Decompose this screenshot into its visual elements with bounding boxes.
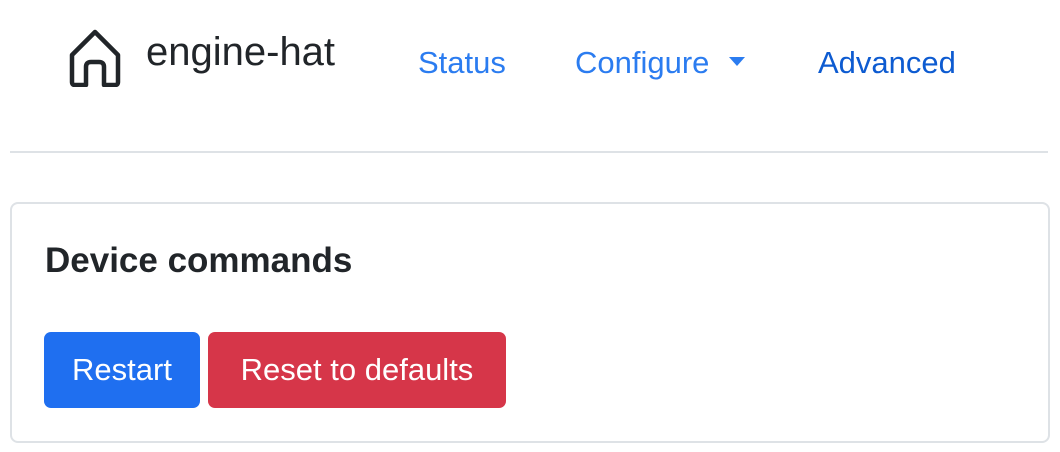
page: engine-hat Status Configure Advanced Dev… <box>0 0 1060 452</box>
nav-configure-label: Configure <box>575 45 710 80</box>
header-divider <box>10 151 1048 153</box>
caret-down-icon <box>729 56 746 66</box>
house-icon <box>69 29 121 87</box>
top-navbar: engine-hat Status Configure Advanced <box>0 0 1060 128</box>
restart-button[interactable]: Restart <box>44 332 200 408</box>
nav-link-advanced[interactable]: Advanced <box>818 44 956 82</box>
nav-dropdown-configure[interactable]: Configure <box>575 44 746 82</box>
brand-link[interactable]: engine-hat <box>66 24 335 88</box>
reset-to-defaults-button[interactable]: Reset to defaults <box>208 332 506 408</box>
card-title: Device commands <box>45 241 353 280</box>
nav-link-status[interactable]: Status <box>418 44 506 82</box>
brand-name: engine-hat <box>146 30 336 74</box>
device-commands-card: Device commands Restart Reset to default… <box>10 202 1050 443</box>
